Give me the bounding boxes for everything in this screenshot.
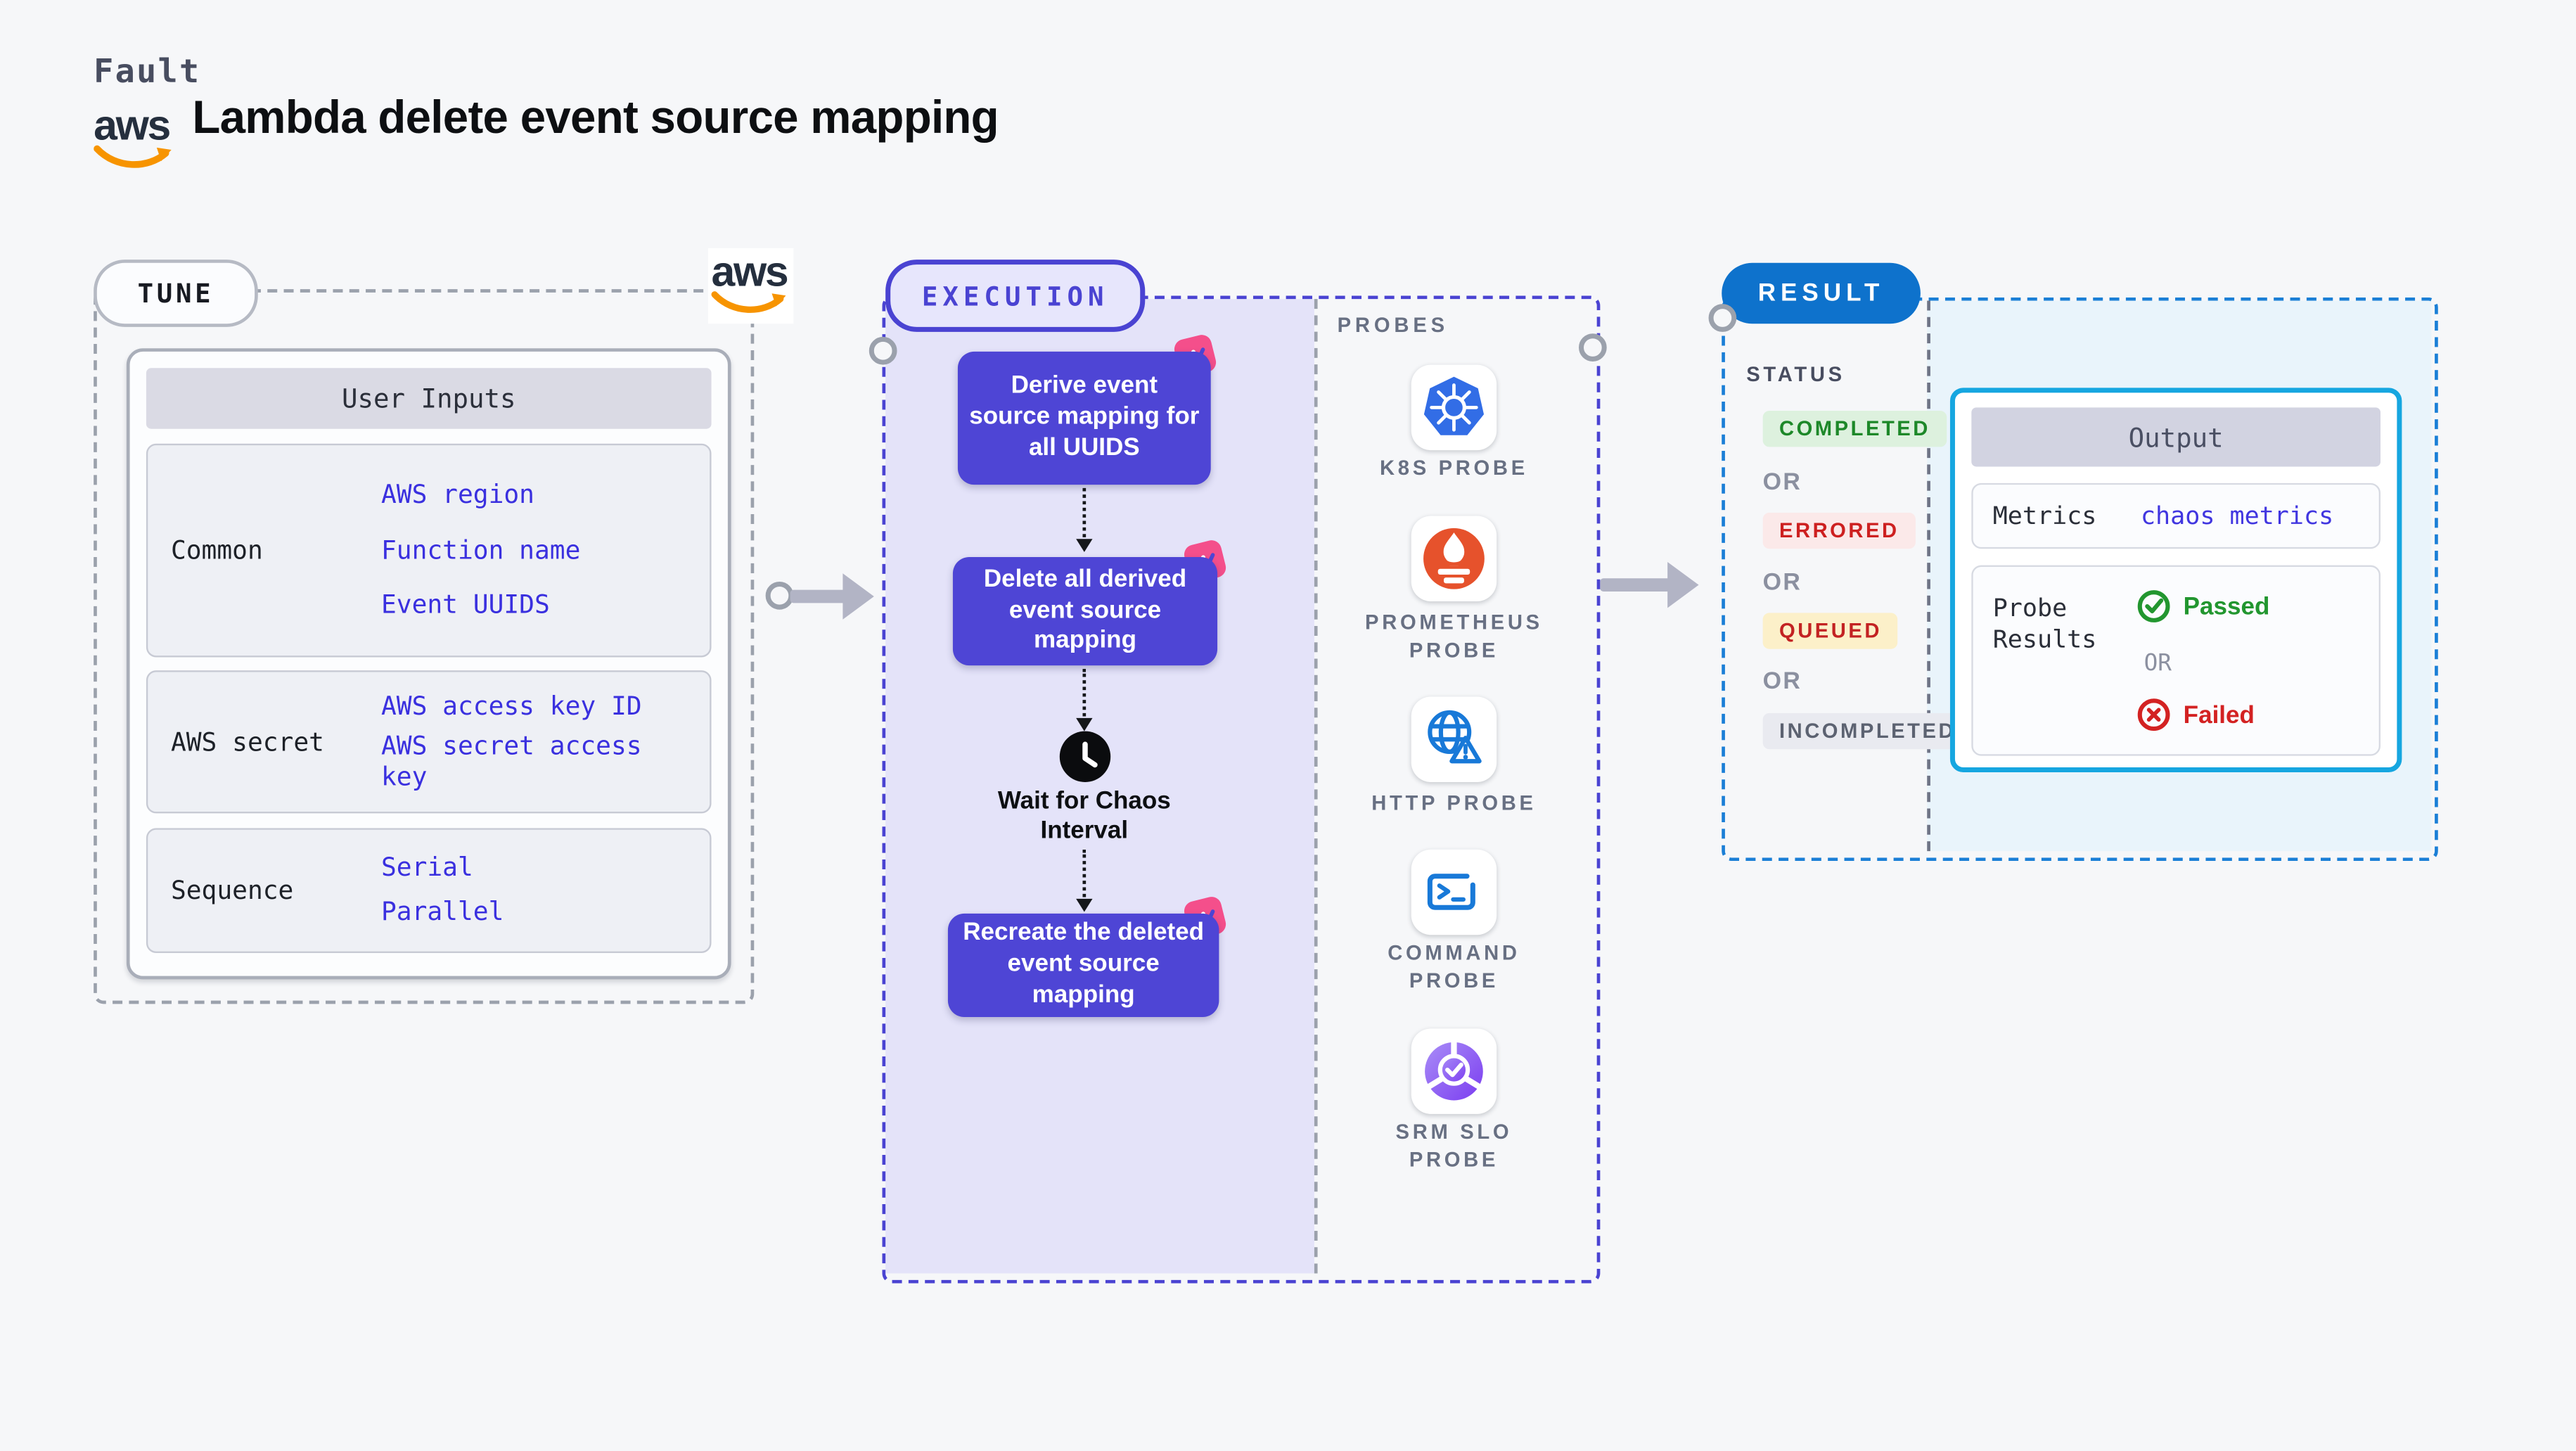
input-link[interactable]: AWS secret access key — [381, 731, 674, 793]
prometheus-probe-tile — [1411, 516, 1497, 602]
aws-logo-text: aws — [711, 246, 789, 296]
aws-smile-icon — [94, 145, 172, 168]
flow-connector — [1082, 849, 1087, 897]
srm-slo-icon — [1425, 1040, 1483, 1101]
execution-pill: EXECUTION — [885, 260, 1146, 332]
input-link[interactable]: Event UUIDS — [381, 590, 693, 620]
probe-label: PROMETHEUS PROBE — [1365, 611, 1543, 663]
row-links: AWS region Function name Event UUIDS — [381, 445, 710, 656]
metrics-label: Metrics — [1992, 500, 2097, 530]
aws-smile-icon — [711, 291, 786, 313]
connector-ring-icon — [1708, 304, 1737, 332]
or-separator: OR — [1762, 470, 1802, 497]
arrow-tune-to-execution — [790, 589, 848, 603]
failed-label: Failed — [2183, 701, 2255, 730]
step-node-delete: Delete all derived event source mapping — [952, 556, 1218, 666]
user-inputs-card: User Inputs Common AWS region Function n… — [126, 348, 731, 980]
connector-ring-icon — [869, 336, 897, 365]
clock-icon — [1059, 731, 1111, 782]
status-badge-queued: QUEUED — [1762, 613, 1899, 649]
input-link[interactable]: Parallel — [381, 897, 693, 928]
status-badge-errored: ERRORED — [1762, 512, 1916, 549]
probe-results-label: Probe Results — [1992, 593, 2097, 654]
input-link[interactable]: AWS access key ID — [381, 691, 693, 722]
passed-label: Passed — [2183, 593, 2270, 622]
page-title: Lambda delete event source mapping — [192, 91, 999, 143]
x-circle-icon — [2137, 698, 2170, 731]
row-links: AWS access key ID AWS secret access key — [381, 672, 710, 812]
arrow-head-icon — [842, 573, 874, 620]
kubernetes-icon — [1423, 376, 1485, 435]
user-inputs-row-common: Common AWS region Function name Event UU… — [146, 443, 712, 658]
status-badge-completed: COMPLETED — [1762, 411, 1947, 447]
row-label: Common — [170, 535, 263, 565]
arrow-head-icon — [1667, 561, 1699, 608]
aws-logo-text: aws — [94, 100, 171, 150]
probe-label: K8S PROBE — [1380, 456, 1528, 480]
aws-logo-icon: aws — [707, 246, 794, 324]
arrow-execution-to-result — [1600, 578, 1673, 592]
http-globe-warning-icon — [1428, 710, 1482, 764]
command-probe-tile — [1411, 849, 1497, 935]
check-circle-icon — [2137, 590, 2170, 622]
http-probe-tile — [1411, 696, 1497, 782]
chaos-metrics-link[interactable]: chaos metrics — [2141, 501, 2333, 531]
arrow-head-icon — [1076, 539, 1093, 552]
connector-ring-icon — [1578, 333, 1607, 362]
prometheus-icon — [1423, 528, 1485, 589]
step-node-derive: Derive event source mapping for all UUID… — [957, 351, 1211, 485]
status-badge-incompleted: INCOMPLETED — [1762, 712, 1973, 750]
output-card: Output Metrics chaos metrics Probe Resul… — [1949, 388, 2402, 772]
row-label: Sequence — [170, 876, 294, 906]
input-link[interactable]: Serial — [381, 853, 693, 883]
wait-step-label: Wait for Chaos Interval — [997, 786, 1171, 845]
aws-logo-icon: aws — [94, 100, 172, 178]
user-inputs-row-sequence: Sequence Serial Parallel — [146, 828, 712, 953]
srm-slo-probe-tile — [1411, 1028, 1497, 1114]
input-link[interactable]: AWS region — [381, 480, 693, 510]
tune-pill: TUNE — [94, 260, 258, 327]
probe-label: HTTP PROBE — [1371, 792, 1537, 815]
row-links: Serial Parallel — [381, 830, 710, 952]
probes-label: PROBES — [1337, 314, 1449, 337]
k8s-probe-tile — [1411, 364, 1497, 451]
user-inputs-header: User Inputs — [146, 368, 712, 429]
or-separator: OR — [2144, 651, 2172, 677]
terminal-icon — [1427, 874, 1475, 910]
user-inputs-row-aws-secret: AWS secret AWS access key ID AWS secret … — [146, 670, 712, 814]
probe-results-row: Probe Results Passed OR Failed — [1971, 565, 2381, 756]
metrics-row: Metrics chaos metrics — [1971, 482, 2381, 549]
row-label: AWS secret — [170, 727, 324, 757]
status-label: STATUS — [1746, 363, 1845, 386]
arrow-head-icon — [1076, 717, 1093, 731]
fault-diagram: Fault aws Lambda delete event source map… — [0, 0, 2576, 1451]
step-node-recreate: Recreate the deleted event source mappin… — [947, 913, 1219, 1018]
arrow-head-icon — [1076, 898, 1093, 912]
probe-label: COMMAND PROBE — [1388, 941, 1520, 992]
flow-connector — [1082, 487, 1087, 537]
connector-ring-icon — [765, 581, 794, 610]
or-separator: OR — [1762, 668, 1802, 696]
or-separator: OR — [1762, 570, 1802, 597]
flow-connector — [1082, 668, 1087, 717]
fault-kicker: Fault — [94, 51, 201, 91]
probe-label: SRM SLO PROBE — [1395, 1120, 1513, 1172]
result-pill: RESULT — [1722, 262, 1921, 324]
input-link[interactable]: Function name — [381, 535, 693, 565]
output-header: Output — [1971, 407, 2381, 467]
